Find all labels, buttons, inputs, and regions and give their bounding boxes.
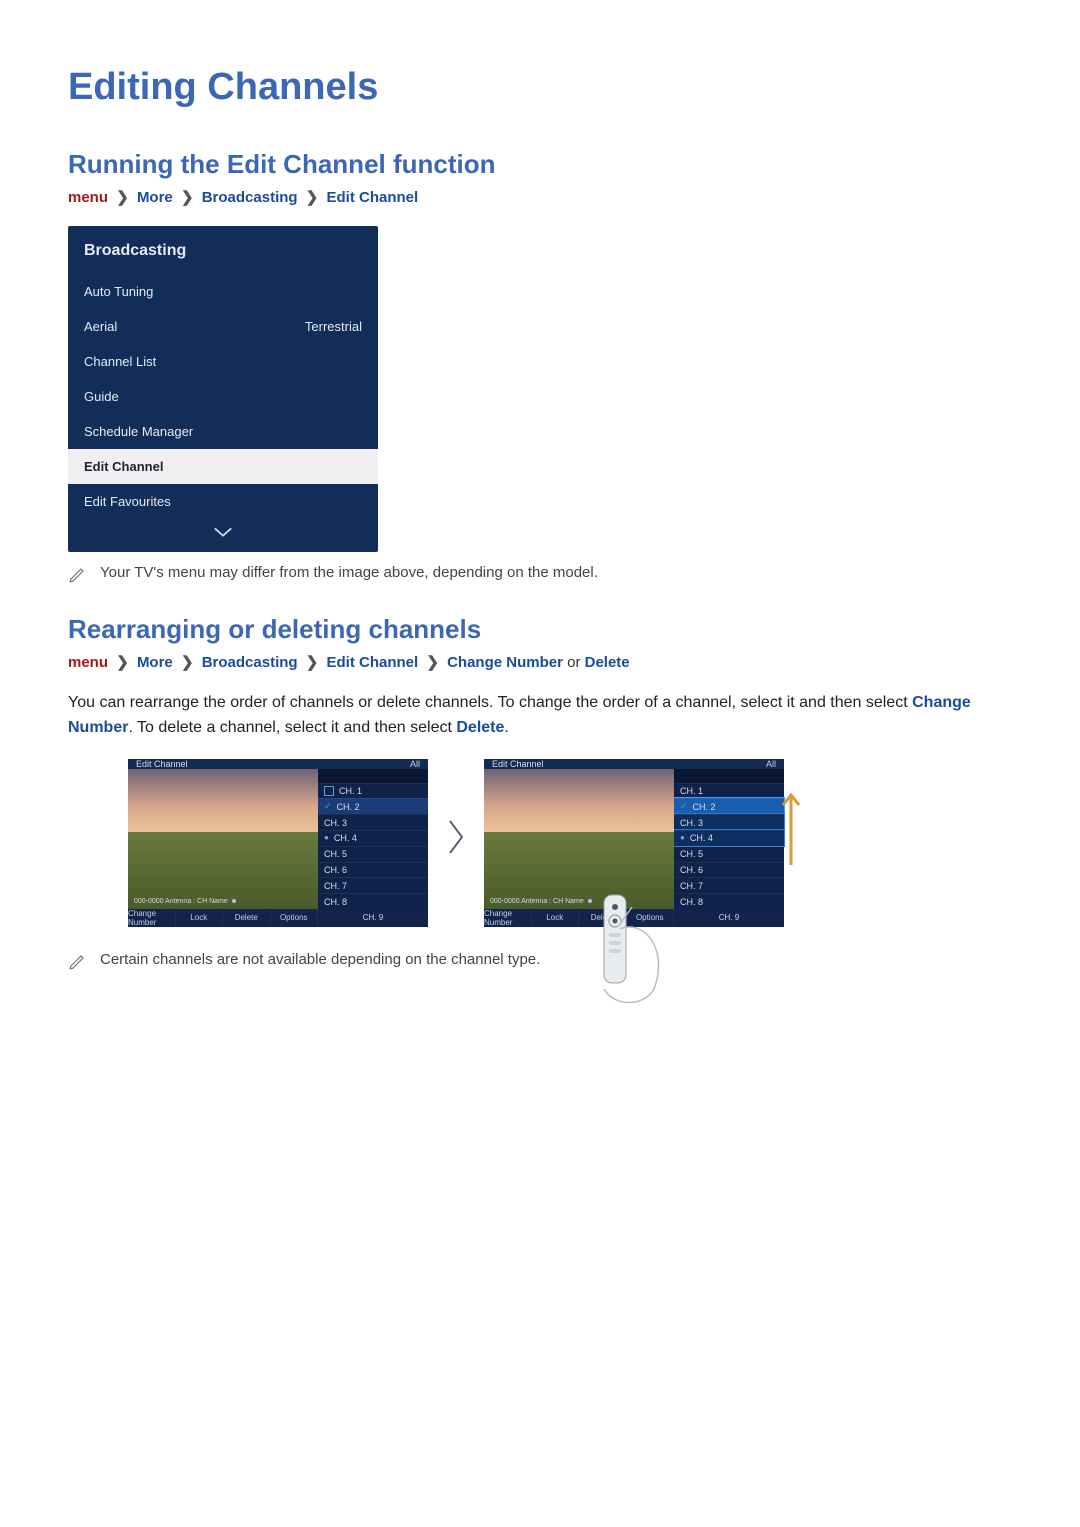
panel-item-schedule-manager[interactable]: Schedule Manager	[68, 414, 378, 449]
list-item[interactable]: CH. 5	[318, 846, 428, 862]
nav-tail-or: or	[567, 654, 585, 671]
panel-title: Broadcasting	[68, 226, 378, 274]
chevron-right-icon: ❯	[112, 654, 133, 671]
list-item[interactable]: CH. 1	[318, 783, 428, 799]
shot-preview: 000-0000 Antenna : CH Name	[128, 769, 318, 909]
list-item[interactable]: ●CH. 4	[318, 830, 428, 846]
list-item[interactable]: ●CH. 4	[674, 830, 784, 846]
chevron-right-icon: ❯	[302, 189, 323, 206]
shot-btn-lock[interactable]: Lock	[176, 909, 224, 927]
shot-btn-options[interactable]: Options	[271, 909, 319, 927]
shot-tab-all: All	[766, 759, 776, 769]
checkbox-icon	[324, 786, 334, 796]
panel-item-label: Channel List	[84, 354, 156, 369]
shot-title: Edit Channel	[492, 759, 544, 769]
nav-seg-more: More	[137, 189, 173, 206]
list-item[interactable]: CH. 6	[318, 862, 428, 878]
edit-channel-screenshots: Edit Channel All 000-0000 Antenna : CH N…	[128, 759, 1012, 921]
nav-path-running: menu ❯ More ❯ Broadcasting ❯ Edit Channe…	[68, 188, 1012, 206]
shot-preview: 000-0000 Antenna : CH Name	[484, 769, 674, 909]
nav-seg-edit-channel: Edit Channel	[326, 189, 418, 206]
nav-menu: menu	[68, 654, 108, 671]
shot-btn-delete[interactable]: Delete	[579, 909, 627, 927]
list-item[interactable]: CH. 8	[318, 893, 428, 909]
note-text: Your TV's menu may differ from the image…	[100, 564, 598, 581]
screenshot-edit-channel-after: Edit Channel All 000-0000 Antenna : CH N…	[484, 759, 784, 921]
shot-title: Edit Channel	[136, 759, 188, 769]
dot-icon	[588, 899, 592, 903]
shot-btn-options[interactable]: Options	[627, 909, 675, 927]
nav-seg-more: More	[137, 654, 173, 671]
dot-icon	[232, 899, 236, 903]
shot-channel-list: CH. 1 ✓CH. 2 CH. 3 ●CH. 4 CH. 5 CH. 6 CH…	[674, 769, 784, 909]
list-item[interactable]: CH. 3	[674, 814, 784, 830]
shot-info: 000-0000 Antenna : CH Name	[490, 898, 592, 905]
list-item[interactable]: ✓CH. 2	[674, 798, 784, 814]
panel-item-value: Terrestrial	[305, 319, 362, 334]
panel-item-auto-tuning[interactable]: Auto Tuning	[68, 274, 378, 309]
nav-seg-broadcasting: Broadcasting	[202, 189, 298, 206]
shot-btn-change-number[interactable]: Change Number	[484, 909, 532, 927]
panel-item-label: Aerial	[84, 319, 117, 334]
list-item[interactable]: CH. 3	[318, 814, 428, 830]
shot-btn-change-number[interactable]: Change Number	[128, 909, 176, 927]
nav-seg-change-number: Change Number	[447, 654, 563, 671]
lock-icon: ●	[680, 834, 685, 842]
nav-menu: menu	[68, 189, 108, 206]
section-heading-rearranging: Rearranging or deleting channels	[68, 614, 1012, 645]
list-item[interactable]: CH. 6	[674, 862, 784, 878]
chevron-right-icon: ❯	[302, 654, 323, 671]
check-icon: ✓	[324, 802, 332, 811]
panel-item-channel-list[interactable]: Channel List	[68, 344, 378, 379]
term-delete: Delete	[456, 719, 504, 736]
nav-path-rearranging: menu ❯ More ❯ Broadcasting ❯ Edit Channe…	[68, 653, 1012, 671]
chevron-down-icon	[212, 525, 234, 539]
list-item[interactable]: CH. 7	[674, 877, 784, 893]
panel-item-label: Auto Tuning	[84, 284, 153, 299]
note-text: Certain channels are not available depen…	[100, 951, 540, 968]
shot-channel-list: CH. 1 ✓CH. 2 CH. 3 ●CH. 4 CH. 5 CH. 6 CH…	[318, 769, 428, 909]
shot-tab-all: All	[410, 759, 420, 769]
list-item[interactable]: CH. 7	[318, 877, 428, 893]
list-item[interactable]: ✓CH. 2	[318, 798, 428, 814]
pencil-icon	[68, 566, 86, 584]
shot-btn-delete[interactable]: Delete	[223, 909, 271, 927]
list-item[interactable]: CH. 1	[674, 783, 784, 799]
panel-item-guide[interactable]: Guide	[68, 379, 378, 414]
body-text: You can rearrange the order of channels …	[68, 691, 1012, 741]
shot-info: 000-0000 Antenna : CH Name	[134, 898, 236, 905]
chevron-right-icon: ❯	[112, 189, 133, 206]
page-title: Editing Channels	[68, 66, 1012, 109]
panel-scroll-down[interactable]	[68, 519, 378, 552]
panel-item-edit-channel[interactable]: Edit Channel	[68, 449, 378, 484]
section-heading-running: Running the Edit Channel function	[68, 149, 1012, 180]
chevron-right-icon: ❯	[177, 654, 198, 671]
broadcasting-panel: Broadcasting Auto Tuning Aerial Terrestr…	[68, 226, 378, 552]
panel-item-label: Schedule Manager	[84, 424, 193, 439]
shot-btn-lock[interactable]: Lock	[532, 909, 580, 927]
lock-icon: ●	[324, 834, 329, 842]
screenshot-edit-channel-before: Edit Channel All 000-0000 Antenna : CH N…	[128, 759, 428, 921]
panel-item-label: Edit Channel	[84, 459, 163, 474]
list-item[interactable]: CH. 8	[674, 893, 784, 909]
arrow-right-icon	[446, 817, 466, 862]
panel-item-edit-favourites[interactable]: Edit Favourites	[68, 484, 378, 519]
list-item[interactable]: CH. 5	[674, 846, 784, 862]
chevron-right-icon: ❯	[422, 654, 443, 671]
nav-seg-delete: Delete	[585, 654, 630, 671]
panel-item-aerial[interactable]: Aerial Terrestrial	[68, 309, 378, 344]
panel-item-label: Edit Favourites	[84, 494, 171, 509]
nav-seg-broadcasting: Broadcasting	[202, 654, 298, 671]
panel-item-label: Guide	[84, 389, 119, 404]
pencil-icon	[68, 953, 86, 971]
nav-seg-edit-channel: Edit Channel	[326, 654, 418, 671]
chevron-right-icon: ❯	[177, 189, 198, 206]
check-icon: ✓	[680, 802, 688, 811]
